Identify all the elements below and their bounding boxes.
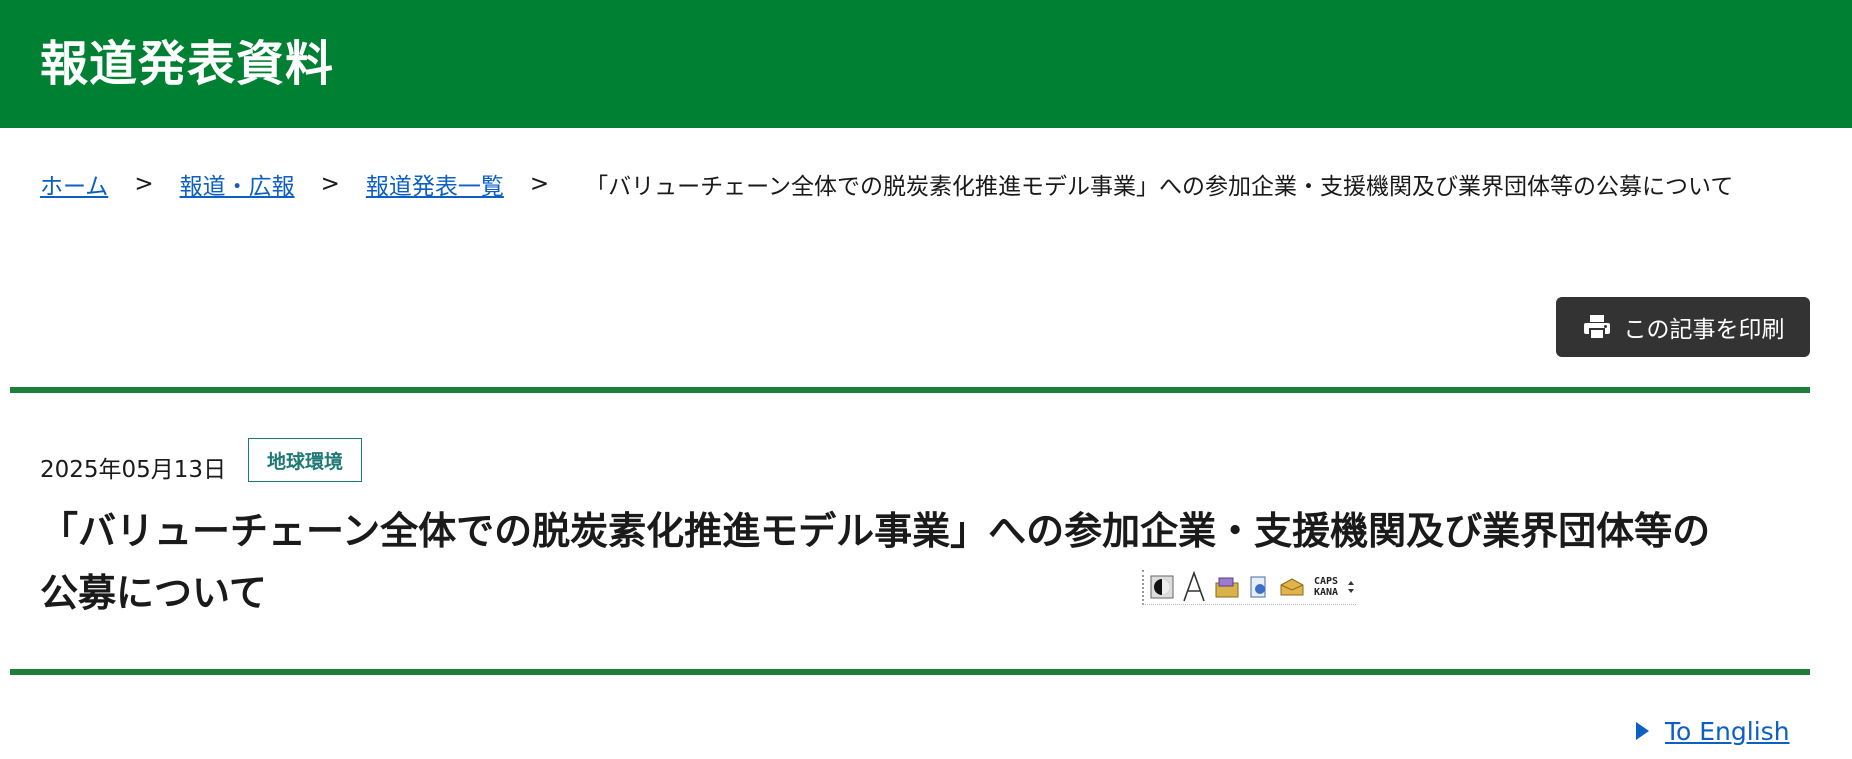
play-arrow-icon [1636,722,1649,740]
to-english-link[interactable]: To English [1665,717,1790,746]
breadcrumb-separator: > [529,171,550,197]
printer-icon [1582,313,1612,341]
print-article-button[interactable]: この記事を印刷 [1556,297,1810,357]
article-title: 「バリューチェーン全体での脱炭素化推進モデル事業」への参加企業・支援機関及び業界… [40,500,1780,624]
divider-bottom [10,669,1810,675]
print-button-label: この記事を印刷 [1623,317,1785,343]
ime-mode-icon[interactable] [1150,574,1174,600]
divider-top [10,387,1810,393]
page-header: 報道発表資料 [0,0,1852,128]
dropdown-icon[interactable] [1346,574,1356,600]
breadcrumb-home-link[interactable]: ホーム [40,167,108,201]
font-a-icon[interactable] [1182,571,1206,602]
breadcrumb: ホーム > 報道・広報 > 報道発表一覧 > 「バリューチェーン全体での脱炭素化… [40,166,1733,202]
caps-label: CAPS [1314,576,1339,587]
dictionary-tool-icon[interactable] [1214,574,1240,600]
ime-language-bar: CAPS KANA [1142,570,1357,605]
category-tag: 地球環境 [248,438,363,482]
article-title-line1: 「バリューチェーン全体での脱炭素化推進モデル事業」への参加企業・支援機関及び業界… [40,509,1711,553]
breadcrumb-press-link[interactable]: 報道・広報 [180,167,295,201]
breadcrumb-separator: > [320,171,340,197]
article-title-line2: 公募について [40,571,267,615]
toolbox-icon[interactable] [1278,574,1306,600]
to-english-link-row: To English [1636,714,1790,748]
breadcrumb-current: 「バリューチェーン全体での脱炭素化推進モデル事業」への参加企業・支援機関及び業界… [585,174,1734,200]
kana-label: KANA [1314,587,1339,598]
header-title: 報道発表資料 [40,36,335,92]
caps-kana-indicator: CAPS KANA [1314,574,1338,600]
properties-icon[interactable] [1248,574,1270,600]
breadcrumb-separator: > [134,171,154,197]
article-date: 2025年05月13日 [40,457,227,483]
breadcrumb-press-list-link[interactable]: 報道発表一覧 [366,167,504,201]
